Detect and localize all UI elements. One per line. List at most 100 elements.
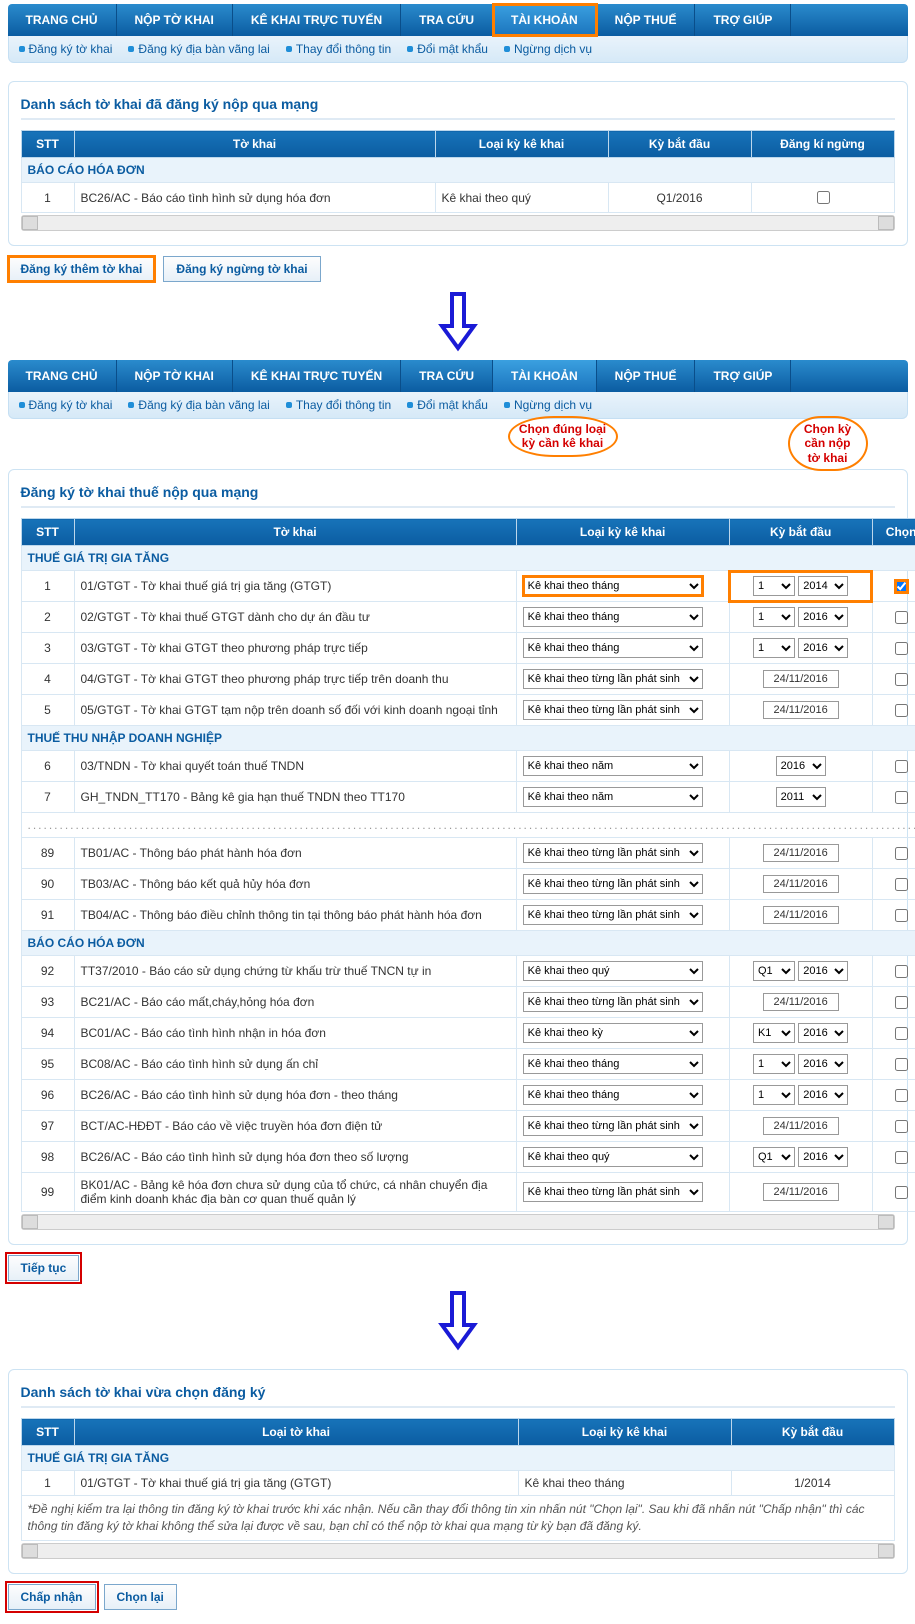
subnav-link[interactable]: Đăng ký địa bàn vãng lai (128, 398, 269, 412)
year-select[interactable]: 2016 (798, 1023, 848, 1043)
select-checkbox[interactable] (895, 791, 908, 804)
select-checkbox[interactable] (895, 996, 908, 1009)
h-scrollbar[interactable] (21, 215, 895, 231)
month-select[interactable]: 1 (753, 1054, 795, 1074)
period-type-select[interactable]: Kê khai theo năm (523, 787, 703, 807)
bullet-icon (128, 46, 134, 52)
select-checkbox[interactable] (895, 1089, 908, 1102)
nav-tab[interactable]: TRA CỨU (401, 4, 493, 36)
nav-tab[interactable]: TÀI KHOẢN (493, 360, 597, 392)
period-type-select[interactable]: Kê khai theo kỳ (523, 1023, 703, 1043)
year-select[interactable]: 2014 (798, 576, 848, 596)
subnav-link[interactable]: Đổi mật khẩu (407, 42, 488, 56)
accept-button[interactable]: Chấp nhận (8, 1584, 96, 1610)
subnav-link[interactable]: Đăng ký tờ khai (19, 398, 113, 412)
nav-tab[interactable]: NỘP THUẾ (597, 4, 696, 36)
period-type-select[interactable]: Kê khai theo tháng (523, 1085, 703, 1105)
subnav-link[interactable]: Thay đổi thông tin (286, 42, 391, 56)
year-select[interactable]: 2016 (798, 961, 848, 981)
subnav-link[interactable]: Ngừng dịch vụ (504, 42, 592, 56)
year-select[interactable]: 2016 (798, 638, 848, 658)
select-checkbox[interactable] (895, 760, 908, 773)
h-scrollbar[interactable] (21, 1543, 895, 1559)
nav-tab[interactable]: TRỢ GIÚP (695, 360, 791, 392)
select-checkbox[interactable] (895, 965, 908, 978)
table-row: 97BCT/AC-HĐĐT - Báo cáo về việc truyền h… (21, 1111, 915, 1142)
select-checkbox[interactable] (895, 847, 908, 860)
period-type-select[interactable]: Kê khai theo từng lần phát sinh (523, 874, 703, 894)
stop-checkbox[interactable] (817, 191, 830, 204)
nav-tab[interactable]: NỘP TỜ KHAI (117, 360, 233, 392)
subnav-link[interactable]: Đăng ký tờ khai (19, 42, 113, 56)
nav-tab[interactable]: TRANG CHỦ (8, 360, 117, 392)
select-checkbox[interactable] (895, 1120, 908, 1133)
month-select[interactable]: 1 (753, 607, 795, 627)
nav-tab[interactable]: NỘP TỜ KHAI (117, 4, 233, 36)
year-select[interactable]: 2016 (798, 1054, 848, 1074)
date-input[interactable]: 24/11/2016 (763, 875, 839, 893)
nav-tab[interactable]: TÀI KHOẢN (493, 4, 597, 36)
period-type-select[interactable]: Kê khai theo từng lần phát sinh (523, 700, 703, 720)
period-type-select[interactable]: Kê khai theo năm (523, 756, 703, 776)
register-more-button[interactable]: Đăng ký thêm tờ khai (8, 256, 156, 282)
period-type-select[interactable]: Kê khai theo từng lần phát sinh (523, 1182, 703, 1202)
subnav-link[interactable]: Thay đổi thông tin (286, 398, 391, 412)
period-type-select[interactable]: Kê khai theo từng lần phát sinh (523, 1116, 703, 1136)
period-type-select[interactable]: Kê khai theo tháng (523, 576, 703, 596)
month-select[interactable]: K1 (753, 1023, 795, 1043)
year-select[interactable]: 2016 (798, 1147, 848, 1167)
nav-tab[interactable]: TRANG CHỦ (8, 4, 117, 36)
period-type-select[interactable]: Kê khai theo từng lần phát sinh (523, 992, 703, 1012)
select-checkbox[interactable] (895, 673, 908, 686)
month-select[interactable]: Q1 (753, 1147, 795, 1167)
register-stop-button[interactable]: Đăng ký ngừng tờ khai (163, 256, 320, 282)
select-checkbox[interactable] (895, 642, 908, 655)
select-checkbox[interactable] (895, 1058, 908, 1071)
month-select[interactable]: 1 (753, 638, 795, 658)
continue-button[interactable]: Tiếp tục (8, 1255, 80, 1281)
nav-tab[interactable]: KÊ KHAI TRỰC TUYẾN (233, 360, 401, 392)
period-type-select[interactable]: Kê khai theo tháng (523, 638, 703, 658)
nav-tab[interactable]: NỘP THUẾ (597, 360, 696, 392)
h-scrollbar[interactable] (21, 1214, 895, 1230)
date-input[interactable]: 24/11/2016 (763, 1117, 839, 1135)
date-input[interactable]: 24/11/2016 (763, 670, 839, 688)
year-select[interactable]: 2016 (798, 607, 848, 627)
nav-tab[interactable]: TRA CỨU (401, 360, 493, 392)
month-select[interactable]: 1 (753, 1085, 795, 1105)
step2-panel: TRANG CHỦNỘP TỜ KHAIKÊ KHAI TRỰC TUYẾNTR… (8, 360, 908, 1281)
period-type-select[interactable]: Kê khai theo tháng (523, 607, 703, 627)
select-checkbox[interactable] (895, 704, 908, 717)
date-input[interactable]: 24/11/2016 (763, 701, 839, 719)
date-input[interactable]: 24/11/2016 (763, 993, 839, 1011)
period-type-select[interactable]: Kê khai theo quý (523, 961, 703, 981)
select-checkbox[interactable] (895, 878, 908, 891)
year-select[interactable]: 2011 (776, 787, 826, 807)
month-select[interactable]: Q1 (753, 961, 795, 981)
reselect-button[interactable]: Chọn lại (104, 1584, 177, 1610)
callout-period-type: Chọn đúng loại kỳ cần kê khai (508, 416, 618, 457)
month-select[interactable]: 1 (753, 576, 795, 596)
year-select[interactable]: 2016 (776, 756, 826, 776)
nav-tab[interactable]: TRỢ GIÚP (695, 4, 791, 36)
select-checkbox[interactable] (895, 909, 908, 922)
select-checkbox[interactable] (895, 1186, 908, 1199)
date-input[interactable]: 24/11/2016 (763, 906, 839, 924)
subnav-link[interactable]: Đổi mật khẩu (407, 398, 488, 412)
select-checkbox[interactable] (895, 1027, 908, 1040)
sub-navbar: Đăng ký tờ khai Đăng ký địa bàn vãng lai T… (8, 36, 908, 63)
select-checkbox[interactable] (895, 1151, 908, 1164)
subnav-link[interactable]: Ngừng dịch vụ (504, 398, 592, 412)
select-checkbox[interactable] (895, 611, 908, 624)
date-input[interactable]: 24/11/2016 (763, 1183, 839, 1201)
date-input[interactable]: 24/11/2016 (763, 844, 839, 862)
period-type-select[interactable]: Kê khai theo từng lần phát sinh (523, 843, 703, 863)
period-type-select[interactable]: Kê khai theo quý (523, 1147, 703, 1167)
subnav-link[interactable]: Đăng ký địa bàn vãng lai (128, 42, 269, 56)
period-type-select[interactable]: Kê khai theo từng lần phát sinh (523, 669, 703, 689)
select-checkbox[interactable] (895, 580, 908, 593)
nav-tab[interactable]: KÊ KHAI TRỰC TUYẾN (233, 4, 401, 36)
year-select[interactable]: 2016 (798, 1085, 848, 1105)
period-type-select[interactable]: Kê khai theo từng lần phát sinh (523, 905, 703, 925)
period-type-select[interactable]: Kê khai theo tháng (523, 1054, 703, 1074)
